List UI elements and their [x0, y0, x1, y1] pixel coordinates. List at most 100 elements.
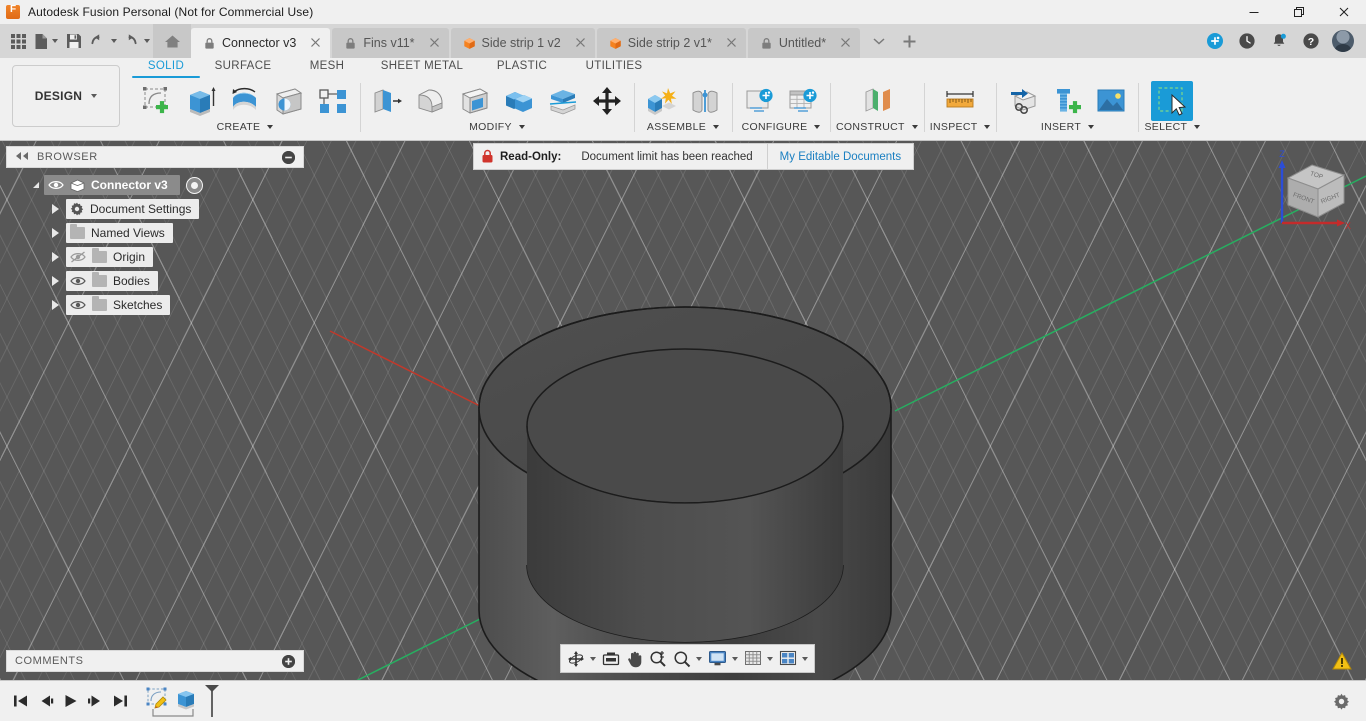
split-face-button[interactable] — [542, 81, 584, 121]
step-back-button[interactable] — [33, 686, 58, 716]
fillet-button[interactable] — [410, 81, 452, 121]
browser-collapse-icon[interactable] — [15, 151, 29, 163]
eye-icon[interactable] — [70, 299, 86, 311]
revolve-button[interactable] — [224, 81, 266, 121]
insert-mcmaster-button[interactable] — [1046, 81, 1088, 121]
my-editable-documents-link[interactable]: My Editable Documents — [766, 144, 913, 169]
tree-row-connector-v3[interactable]: Connector v3 — [6, 173, 306, 197]
tab-close-button[interactable] — [726, 36, 737, 51]
expand-arrow[interactable] — [44, 276, 66, 286]
look-at-button[interactable] — [599, 647, 623, 670]
go-to-end-button[interactable] — [108, 686, 133, 716]
document-tab-side-strip-2-v1[interactable]: Side strip 2 v1* — [596, 28, 746, 58]
expand-arrow-open[interactable] — [22, 182, 44, 188]
document-tab-fins-v11[interactable]: Fins v11* — [332, 28, 449, 58]
tree-chip[interactable]: Origin — [66, 247, 154, 267]
warning-icon[interactable] — [1332, 652, 1352, 670]
tree-row-document-settings[interactable]: Document Settings — [6, 197, 306, 221]
play-playback-button[interactable] — [58, 686, 83, 716]
tree-chip[interactable]: Sketches — [66, 295, 171, 315]
add-comment-button[interactable] — [282, 654, 295, 668]
configuration-table-button[interactable] — [782, 81, 824, 121]
go-to-beginning-button[interactable] — [8, 686, 33, 716]
tree-chip[interactable]: Named Views — [66, 223, 173, 243]
account-button[interactable] — [1328, 26, 1358, 56]
ribbon-tab-sheet-metal[interactable]: SHEET METAL — [368, 58, 476, 78]
extrude-button[interactable] — [180, 81, 222, 121]
ribbon-group-label[interactable]: MODIFY — [469, 121, 525, 133]
create-configuration-button[interactable] — [738, 81, 780, 121]
close-button[interactable] — [1321, 0, 1366, 24]
minimize-button[interactable] — [1231, 0, 1276, 24]
document-tab-untitled[interactable]: Untitled* — [747, 28, 861, 58]
undo-button[interactable] — [87, 26, 120, 56]
home-button[interactable] — [153, 24, 191, 58]
notifications-button[interactable] — [1264, 26, 1294, 56]
tree-row-bodies[interactable]: Bodies — [6, 269, 306, 293]
eye-icon[interactable] — [48, 179, 64, 191]
expand-arrow[interactable] — [44, 228, 66, 238]
offset-plane-button[interactable] — [856, 81, 898, 121]
canvas-button[interactable] — [1090, 81, 1132, 121]
ribbon-group-label[interactable]: CONSTRUCT — [836, 121, 918, 133]
expand-arrow[interactable] — [44, 252, 66, 262]
new-tab-button[interactable] — [894, 26, 924, 56]
activate-component-radio[interactable] — [185, 176, 203, 194]
tree-chip[interactable]: Document Settings — [66, 199, 200, 219]
ribbon-group-label[interactable]: CREATE — [217, 121, 274, 133]
save-button[interactable] — [61, 26, 87, 56]
recent-activity-button[interactable] — [1232, 26, 1262, 56]
combine-button[interactable] — [498, 81, 540, 121]
ribbon-tab-mesh[interactable]: MESH — [286, 58, 368, 78]
redo-button[interactable] — [120, 26, 153, 56]
pattern-button[interactable] — [312, 81, 354, 121]
tab-overflow-button[interactable] — [864, 26, 894, 56]
restore-button[interactable] — [1276, 0, 1321, 24]
insert-derive-button[interactable] — [1002, 81, 1044, 121]
joint-button[interactable] — [684, 81, 726, 121]
show-data-panel-button[interactable] — [5, 26, 31, 56]
eye-hidden-icon[interactable] — [70, 251, 86, 263]
viewports-button[interactable] — [776, 647, 811, 670]
tab-close-button[interactable] — [310, 36, 321, 51]
shell-button[interactable] — [454, 81, 496, 121]
tab-close-button[interactable] — [840, 36, 851, 51]
press-pull-button[interactable] — [366, 81, 408, 121]
ribbon-tab-plastic[interactable]: PLASTIC — [476, 58, 568, 78]
file-menu-button[interactable] — [31, 26, 61, 56]
document-tab-connector-v3[interactable]: Connector v3 — [191, 28, 331, 58]
ribbon-group-label[interactable]: ASSEMBLE — [647, 121, 720, 133]
tab-close-button[interactable] — [575, 36, 586, 51]
ribbon-group-label[interactable]: CONFIGURE — [742, 121, 821, 133]
ribbon-group-label[interactable]: INSERT — [1041, 121, 1095, 133]
tree-chip[interactable]: Bodies — [66, 271, 158, 291]
ribbon-group-label[interactable]: SELECT — [1144, 121, 1201, 133]
new-component-button[interactable] — [640, 81, 682, 121]
tab-close-button[interactable] — [429, 36, 440, 51]
ribbon-tab-solid[interactable]: SOLID — [132, 58, 200, 78]
tree-chip[interactable]: Connector v3 — [44, 175, 180, 195]
workspace-switcher-button[interactable]: DESIGN — [12, 65, 120, 127]
tree-row-origin[interactable]: Origin — [6, 245, 306, 269]
view-cube[interactable]: Z X TOP FRONT RIGHT — [1266, 147, 1360, 241]
ribbon-tab-utilities[interactable]: UTILITIES — [568, 58, 660, 78]
display-settings-button[interactable] — [705, 647, 741, 670]
eye-icon[interactable] — [70, 275, 86, 287]
expand-arrow[interactable] — [44, 204, 66, 214]
tree-row-sketches[interactable]: Sketches — [6, 293, 306, 317]
select-button[interactable] — [1151, 81, 1194, 121]
browser-minimize-button[interactable] — [282, 150, 295, 164]
hole-button[interactable] — [268, 81, 310, 121]
tree-row-named-views[interactable]: Named Views — [6, 221, 306, 245]
3d-viewport[interactable]: BROWSER Connector v3 Document Settings N… — [0, 141, 1366, 680]
pan-button[interactable] — [623, 647, 646, 670]
ribbon-group-label[interactable]: INSPECT — [930, 121, 991, 133]
orbit-button[interactable] — [564, 647, 599, 670]
timeline-settings-button[interactable] — [1329, 686, 1354, 716]
document-tab-side-strip-1-v2[interactable]: Side strip 1 v2 — [450, 28, 595, 58]
measure-button[interactable] — [939, 81, 981, 121]
extension-manager-button[interactable] — [1200, 26, 1230, 56]
zoom-window-button[interactable] — [670, 647, 705, 670]
help-button[interactable]: ? — [1296, 26, 1326, 56]
zoom-button[interactable] — [646, 647, 670, 670]
